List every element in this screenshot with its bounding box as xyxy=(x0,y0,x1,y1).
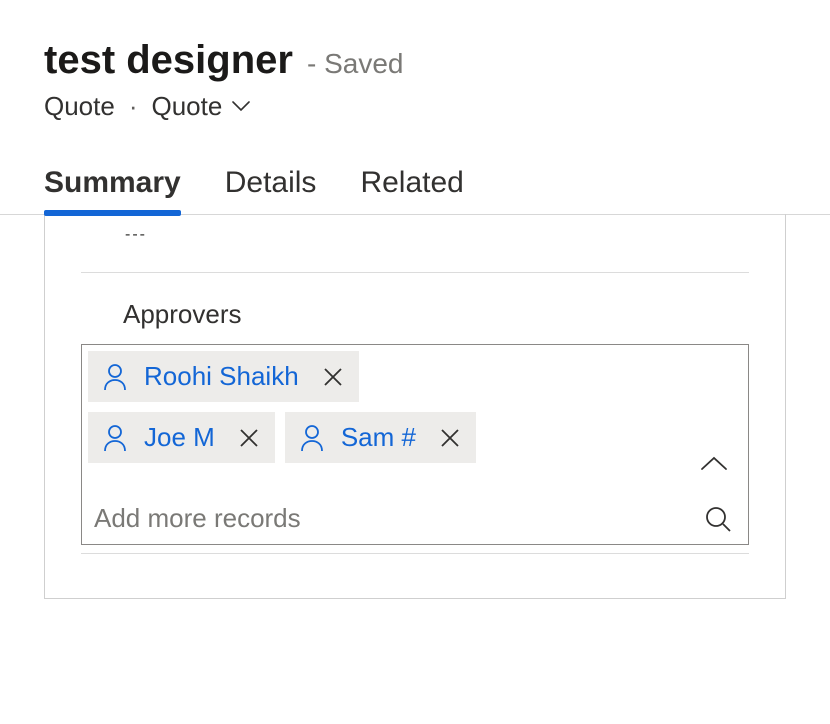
person-icon xyxy=(299,424,325,452)
placeholder-text: --- xyxy=(81,226,749,244)
lookup-search-button[interactable] xyxy=(704,505,732,533)
record-tag[interactable]: Sam # xyxy=(285,412,476,463)
form-section: --- Approvers Roohi Shaikh xyxy=(44,214,786,599)
person-icon xyxy=(102,424,128,452)
tab-list: Summary Details Related xyxy=(0,166,830,215)
lookup-search-input[interactable] xyxy=(94,503,704,534)
remove-tag-button[interactable] xyxy=(438,426,462,450)
close-icon xyxy=(440,428,460,448)
form-selector[interactable]: Quote xyxy=(152,91,251,122)
tab-summary[interactable]: Summary xyxy=(44,166,181,214)
breadcrumb: Quote · Quote xyxy=(44,91,786,122)
divider xyxy=(81,272,749,273)
entity-label: Quote xyxy=(44,91,115,122)
tag-name: Roohi Shaikh xyxy=(144,361,299,392)
chevron-up-icon xyxy=(700,455,728,471)
chevron-down-icon xyxy=(232,101,250,112)
search-icon xyxy=(704,505,732,533)
person-icon xyxy=(102,363,128,391)
saved-status: - Saved xyxy=(307,48,404,80)
breadcrumb-separator: · xyxy=(129,91,138,122)
tab-related[interactable]: Related xyxy=(360,166,463,214)
remove-tag-button[interactable] xyxy=(321,365,345,389)
lookup-field-approvers[interactable]: Roohi Shaikh Joe M xyxy=(81,344,749,545)
record-tag[interactable]: Roohi Shaikh xyxy=(88,351,359,402)
close-icon xyxy=(239,428,259,448)
collapse-button[interactable] xyxy=(700,455,728,476)
tag-name: Sam # xyxy=(341,422,416,453)
tag-name: Joe M xyxy=(144,422,215,453)
close-icon xyxy=(323,367,343,387)
field-label-approvers: Approvers xyxy=(81,299,749,330)
record-tag[interactable]: Joe M xyxy=(88,412,275,463)
remove-tag-button[interactable] xyxy=(237,426,261,450)
divider xyxy=(81,553,749,554)
tab-details[interactable]: Details xyxy=(225,166,317,214)
record-title: test designer xyxy=(44,38,293,83)
form-label: Quote xyxy=(152,91,223,122)
